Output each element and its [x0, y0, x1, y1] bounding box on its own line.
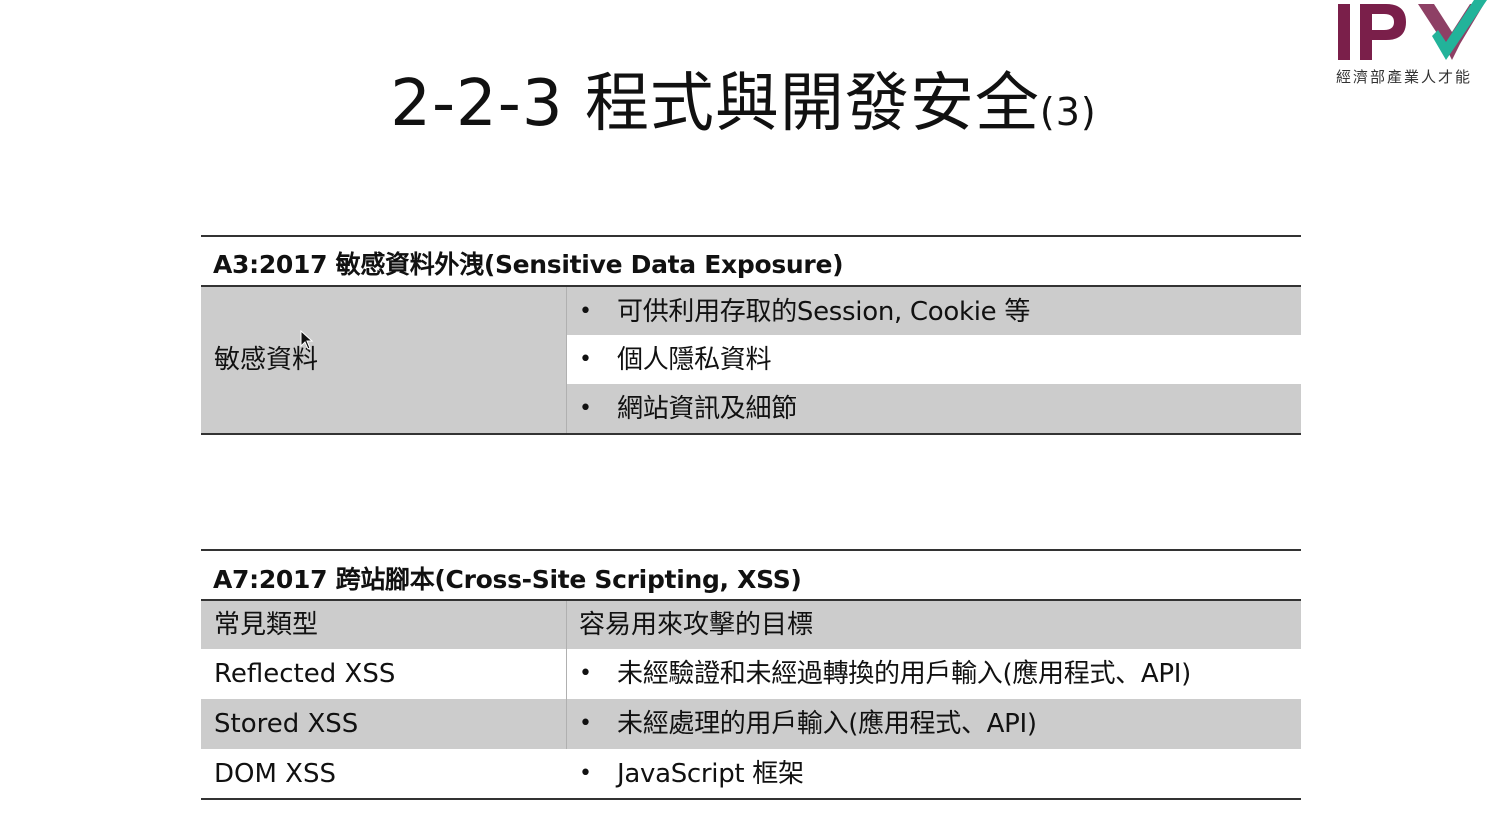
bullet-icon: •: [579, 711, 592, 736]
table-a3-header: A3:2017 敏感資料外洩(Sensitive Data Exposure): [213, 250, 844, 279]
xss-target: JavaScript 框架: [617, 759, 804, 789]
bullet-icon: •: [579, 761, 592, 786]
column-divider: [566, 601, 567, 749]
table-row: Reflected XSS • 未經驗證和未經過轉換的用戶輸入(應用程式、API…: [201, 649, 1301, 699]
table-row: Stored XSS • 未經處理的用戶輸入(應用程式、API): [201, 699, 1301, 749]
table-row: DOM XSS • JavaScript 框架: [201, 749, 1301, 799]
table-a3: A3:2017 敏感資料外洩(Sensitive Data Exposure) …: [201, 235, 1301, 437]
xss-type: DOM XSS: [214, 759, 337, 789]
table-bottom-rule: [201, 798, 1301, 800]
table-top-rule: [201, 235, 1301, 237]
bullet-icon: •: [579, 347, 592, 372]
table-a7: A7:2017 跨站腳本(Cross-Site Scripting, XSS) …: [201, 549, 1301, 803]
table-column-header-row: 常見類型 容易用來攻擊的目標: [201, 601, 1301, 649]
list-item-text: 可供利用存取的Session, Cookie 等: [617, 297, 1031, 327]
bullet-icon: •: [579, 661, 592, 686]
table-bottom-rule: [201, 433, 1301, 435]
list-item-text: 個人隱私資料: [617, 345, 772, 375]
list-item-text: 網站資訊及細節: [617, 394, 797, 424]
column-header-type: 常見類型: [214, 610, 319, 640]
column-header-target: 容易用來攻擊的目標: [579, 610, 814, 640]
list-item: • 可供利用存取的Session, Cookie 等: [201, 287, 1301, 337]
slide-title-suffix: (3): [1039, 90, 1097, 134]
mouse-pointer-icon: [300, 329, 314, 354]
slide-title: 2-2-3 程式與開發安全(3): [0, 52, 1487, 144]
xss-type: Stored XSS: [214, 709, 359, 739]
table-top-rule: [201, 549, 1301, 551]
xss-target: 未經驗證和未經過轉換的用戶輸入(應用程式、API): [617, 659, 1191, 689]
list-item: • 網站資訊及細節: [201, 384, 1301, 434]
slide-title-main: 2-2-3 程式與開發安全: [390, 67, 1040, 141]
bullet-icon: •: [579, 299, 592, 324]
list-item: • 個人隱私資料: [201, 335, 1301, 385]
bullet-icon: •: [579, 396, 592, 421]
xss-type: Reflected XSS: [214, 659, 396, 689]
column-divider: [566, 287, 567, 434]
table-a7-header: A7:2017 跨站腳本(Cross-Site Scripting, XSS): [213, 565, 802, 594]
xss-target: 未經處理的用戶輸入(應用程式、API): [617, 709, 1037, 739]
